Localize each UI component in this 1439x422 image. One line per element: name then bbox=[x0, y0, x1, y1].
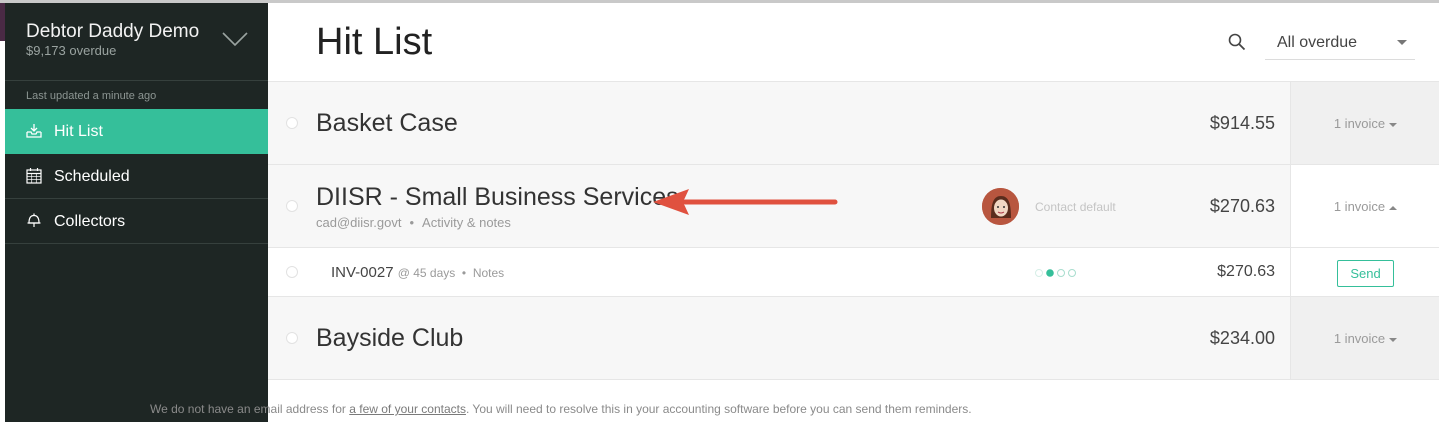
notice-text: We do not have an email address for bbox=[150, 402, 350, 416]
sidebar-item-label: Hit List bbox=[54, 123, 103, 140]
separator-dot: • bbox=[409, 215, 415, 230]
annotation-arrow bbox=[653, 189, 838, 215]
avatar-image bbox=[982, 188, 1019, 225]
last-updated-text: Last updated a minute ago bbox=[26, 90, 157, 102]
row-select-radio[interactable] bbox=[286, 332, 298, 344]
contact-row[interactable]: Bayside Club $234.00 1 invoice bbox=[268, 297, 1439, 380]
invoice-cell: 1 invoice bbox=[1290, 297, 1439, 379]
notice-text: . You will need to resolve this in your … bbox=[465, 402, 972, 416]
org-switcher[interactable]: Debtor Daddy Demo $9,173 overdue bbox=[5, 3, 268, 81]
caret-up-icon bbox=[1389, 205, 1398, 210]
invoice-notes-link[interactable]: Notes bbox=[473, 266, 504, 280]
invoice-toggle-label: 1 invoice bbox=[1333, 331, 1386, 346]
caret-down-icon bbox=[1389, 337, 1398, 342]
chevron-down-icon[interactable] bbox=[222, 31, 248, 47]
sidebar-item-label: Collectors bbox=[54, 213, 126, 230]
caret-down-icon bbox=[1389, 122, 1398, 127]
org-name: Debtor Daddy Demo bbox=[26, 21, 200, 42]
sidebar-item-hit-list[interactable]: Hit List bbox=[5, 109, 268, 154]
invoice-number[interactable]: INV-0027 bbox=[331, 264, 394, 281]
contact-amount: $270.63 bbox=[1209, 196, 1275, 216]
send-button[interactable]: Send bbox=[1337, 260, 1394, 287]
row-select-radio[interactable] bbox=[286, 117, 298, 129]
caret-down-icon bbox=[1397, 40, 1407, 45]
invoice-cell: 1 invoice bbox=[1290, 82, 1439, 164]
invoice-toggle[interactable]: 1 invoice bbox=[1291, 331, 1439, 346]
invoice-line: INV-0027 @ 45 days • Notes bbox=[331, 264, 504, 281]
bell-icon bbox=[27, 213, 41, 227]
row-select-radio[interactable] bbox=[286, 200, 298, 212]
invoice-toggle[interactable]: 1 invoice bbox=[1291, 199, 1439, 214]
missing-email-notice: We do not have an email address for a fe… bbox=[150, 402, 972, 416]
invoice-amount: $270.63 bbox=[1217, 263, 1275, 280]
org-overdue-total: $9,173 overdue bbox=[26, 43, 117, 58]
contact-email[interactable]: cad@diisr.govt bbox=[316, 215, 401, 230]
invoice-toggle-label: 1 invoice bbox=[1333, 199, 1386, 214]
invoice-age: @ 45 days bbox=[397, 266, 456, 280]
overdue-filter-select[interactable]: All overdue bbox=[1265, 23, 1415, 60]
sidebar-item-collectors[interactable]: Collectors bbox=[5, 199, 268, 244]
main-content: Hit List All overdue Basket Case $914.55… bbox=[268, 3, 1439, 422]
calendar-icon bbox=[26, 168, 42, 184]
page-title: Hit List bbox=[316, 21, 433, 63]
sidebar-item-label: Scheduled bbox=[54, 168, 130, 185]
inbox-icon bbox=[26, 124, 42, 138]
invoice-select-radio[interactable] bbox=[286, 266, 298, 278]
filter-selected-value: All overdue bbox=[1277, 34, 1358, 51]
invoice-toggle[interactable]: 1 invoice bbox=[1291, 116, 1439, 131]
reminder-progress-dots bbox=[1035, 269, 1076, 277]
contact-row-expanded[interactable]: DIISR - Small Business Services cad@diis… bbox=[268, 165, 1439, 248]
contact-row[interactable]: Basket Case $914.55 1 invoice bbox=[268, 82, 1439, 165]
contact-subline: cad@diisr.govt • Activity & notes bbox=[316, 215, 511, 230]
page-header: Hit List All overdue bbox=[268, 3, 1439, 82]
invoice-row[interactable]: INV-0027 @ 45 days • Notes $270.63 Send bbox=[268, 248, 1439, 297]
contacts-link[interactable]: a few of your contacts bbox=[349, 402, 466, 416]
separator-dot: • bbox=[455, 266, 473, 280]
contact-amount: $234.00 bbox=[1209, 328, 1275, 348]
search-icon[interactable] bbox=[1227, 32, 1247, 52]
contact-name[interactable]: Basket Case bbox=[316, 109, 458, 138]
sidebar-item-scheduled[interactable]: Scheduled bbox=[5, 154, 268, 199]
invoice-cell: 1 invoice bbox=[1290, 165, 1439, 247]
invoice-toggle-label: 1 invoice bbox=[1333, 116, 1386, 131]
activity-notes-link[interactable]: Activity & notes bbox=[422, 215, 511, 230]
contact-amount: $914.55 bbox=[1209, 113, 1275, 133]
contact-name[interactable]: Bayside Club bbox=[316, 324, 463, 353]
sidebar-nav: Hit List Scheduled Collectors bbox=[5, 109, 268, 244]
contact-name[interactable]: DIISR - Small Business Services bbox=[316, 183, 679, 212]
contact-avatar[interactable] bbox=[982, 188, 1019, 225]
sidebar: Debtor Daddy Demo $9,173 overdue Last up… bbox=[5, 3, 268, 422]
contact-default-label[interactable]: Contact default bbox=[1035, 200, 1116, 214]
